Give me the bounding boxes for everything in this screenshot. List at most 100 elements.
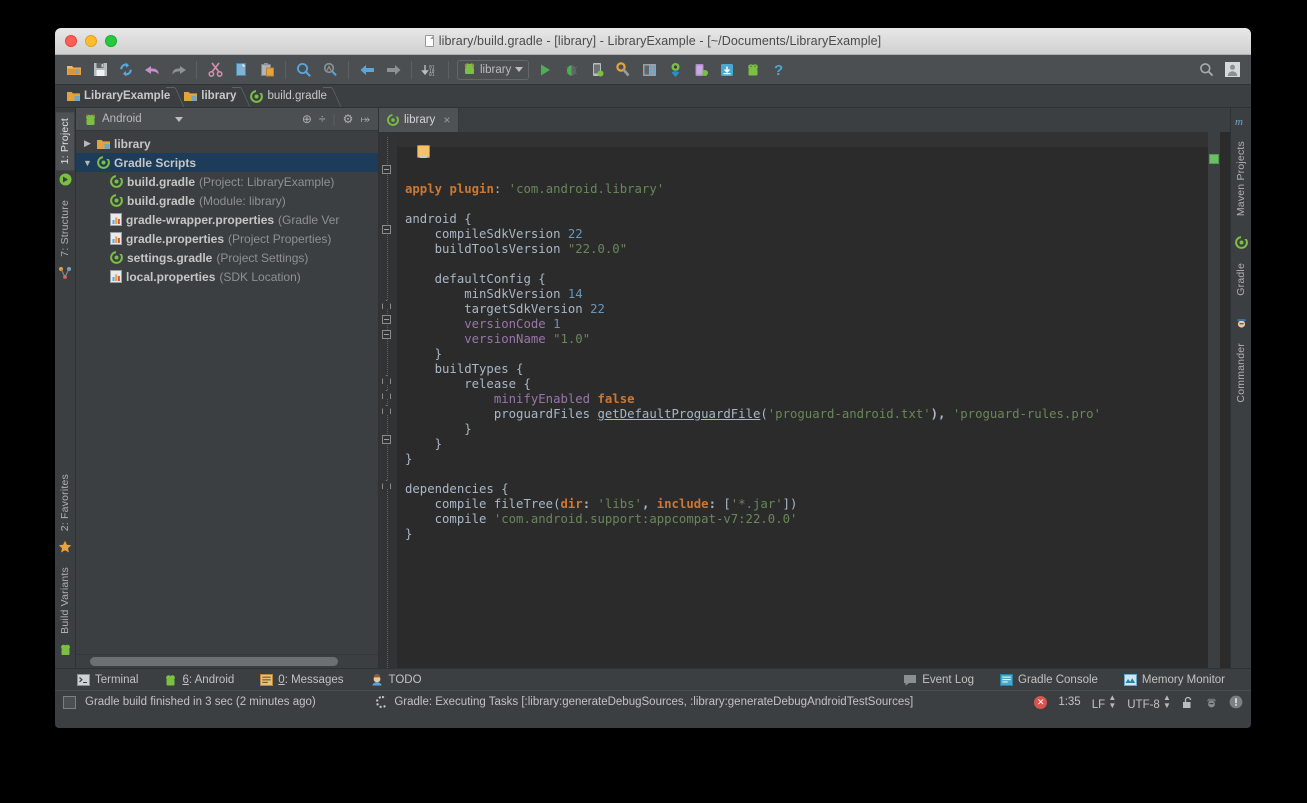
tool-window-commander[interactable]: Commander: [1232, 337, 1250, 409]
editor-gutter[interactable]: [379, 132, 397, 668]
close-window-button[interactable]: [65, 35, 77, 47]
fold-end-release[interactable]: [382, 375, 391, 384]
collapse-all-icon[interactable]: ÷: [319, 112, 326, 126]
tree-row-settings-gradle[interactable]: settings.gradle (Project Settings): [76, 248, 378, 267]
tree-row-gradle-scripts[interactable]: ▼ Gradle Scripts: [76, 153, 378, 172]
save-all-icon[interactable]: [89, 59, 111, 81]
replace-icon[interactable]: [319, 59, 341, 81]
caret-position[interactable]: 1:35: [1058, 696, 1080, 708]
tree-label: gradle-wrapper.properties: [126, 213, 274, 227]
tool-window-project[interactable]: 1: Project: [56, 112, 74, 170]
fold-marker-dependencies[interactable]: [382, 435, 393, 446]
android-device-monitor-icon[interactable]: [690, 59, 712, 81]
editor-tab-library[interactable]: library ×: [379, 108, 459, 132]
redo-icon[interactable]: [167, 59, 189, 81]
source-code[interactable]: apply plugin: 'com.android.library' andr…: [397, 132, 1208, 668]
tool-window-todo[interactable]: TODO: [370, 674, 422, 686]
fold-marker-defaultconfig[interactable]: [382, 225, 393, 236]
fold-marker-release[interactable]: [382, 330, 393, 341]
fold-marker-android[interactable]: [382, 165, 393, 176]
fold-end-dependencies[interactable]: [382, 480, 391, 489]
tree-row-gradle-properties[interactable]: gradle.properties (Project Properties): [76, 229, 378, 248]
hector-inspection-icon[interactable]: [1205, 696, 1218, 709]
tool-window-gradle-console[interactable]: Gradle Console: [1000, 674, 1098, 686]
tool-window-maven[interactable]: Maven Projects: [1232, 135, 1250, 222]
chevron-down-icon[interactable]: [175, 117, 183, 122]
help-icon[interactable]: ?: [768, 59, 790, 81]
android-download-icon[interactable]: [716, 59, 738, 81]
attach-debugger-icon[interactable]: [586, 59, 608, 81]
tree-row-local-properties[interactable]: local.properties (SDK Location): [76, 267, 378, 286]
close-icon[interactable]: ×: [443, 113, 450, 127]
window-title-wrapper: library/build.gradle - [library] - Libra…: [55, 34, 1251, 48]
back-icon[interactable]: [356, 59, 378, 81]
breadcrumb-item-2[interactable]: build.gradle: [246, 85, 336, 108]
tool-window-favorites[interactable]: 2: Favorites: [56, 468, 74, 537]
file-encoding[interactable]: UTF-8 ▲▼: [1127, 694, 1171, 711]
stop-task-icon[interactable]: ✕: [1034, 696, 1047, 709]
sdk-manager-icon[interactable]: [612, 59, 634, 81]
cut-icon[interactable]: [204, 59, 226, 81]
tool-window-memory-monitor[interactable]: Memory Monitor: [1124, 674, 1225, 686]
android-icon[interactable]: [742, 59, 764, 81]
fold-end-defaultconfig[interactable]: [382, 300, 391, 309]
tool-window-build-variants[interactable]: Build Variants: [56, 561, 74, 640]
editor-vertical-scrollbar[interactable]: [1220, 132, 1230, 668]
background-task-indicator[interactable]: Gradle: Executing Tasks [:library:genera…: [376, 696, 913, 708]
window-controls[interactable]: [65, 35, 117, 47]
tool-window-gradle[interactable]: Gradle: [1232, 257, 1250, 302]
avd-manager-icon[interactable]: [638, 59, 660, 81]
fold-end-android[interactable]: [382, 405, 391, 414]
chevron-down-icon[interactable]: ▼: [82, 158, 93, 168]
notifications-icon[interactable]: [1229, 695, 1243, 709]
tree-row-gradle-wrapper-properties[interactable]: gradle-wrapper.properties (Gradle Ver: [76, 210, 378, 229]
unlocked-icon[interactable]: [1182, 696, 1194, 709]
open-folder-icon[interactable]: [63, 59, 85, 81]
minimize-window-button[interactable]: [85, 35, 97, 47]
account-icon[interactable]: [1221, 59, 1243, 81]
sync-gradle-icon[interactable]: [664, 59, 686, 81]
breadcrumb-item-0[interactable]: LibraryExample: [63, 85, 180, 108]
project-view-selector[interactable]: Android: [80, 113, 183, 126]
tool-window-terminal[interactable]: Terminal: [77, 674, 138, 686]
tree-row-library[interactable]: ▶ library: [76, 134, 378, 153]
tree-row-build-gradle-module[interactable]: build.gradle (Module: library): [76, 191, 378, 210]
tree-row-build-gradle-project[interactable]: build.gradle (Project: LibraryExample): [76, 172, 378, 191]
chevron-down-icon[interactable]: [515, 67, 523, 72]
intention-bulb-icon[interactable]: [417, 145, 430, 158]
undo-icon[interactable]: [141, 59, 163, 81]
search-everywhere-icon[interactable]: [1195, 59, 1217, 81]
line-separator[interactable]: LF ▲▼: [1092, 694, 1117, 711]
breadcrumb-item-1[interactable]: library: [180, 85, 246, 108]
tool-window-messages[interactable]: 0: Messages: [260, 674, 343, 686]
project-view-label: Android: [102, 113, 142, 125]
run-icon[interactable]: [534, 59, 556, 81]
tool-window-structure[interactable]: 7: Structure: [56, 194, 74, 263]
project-horizontal-scrollbar[interactable]: [76, 654, 378, 668]
compile-icon[interactable]: 011001: [419, 59, 441, 81]
scroll-from-source-icon[interactable]: ⊕: [302, 112, 312, 126]
copy-icon[interactable]: [230, 59, 252, 81]
chevron-right-icon[interactable]: ▶: [82, 138, 93, 149]
find-icon[interactable]: [293, 59, 315, 81]
hide-panel-icon[interactable]: ⤅: [360, 112, 370, 127]
right-tool-strip: m Maven Projects Gradle Commander: [1230, 108, 1251, 668]
toggle-tool-windows-button[interactable]: [63, 696, 76, 709]
forward-icon[interactable]: [382, 59, 404, 81]
tool-window-build-variants-label: Build Variants: [59, 567, 71, 634]
status-right: ✕ 1:35 LF ▲▼ UTF-8 ▲▼: [1034, 694, 1243, 711]
run-configuration-selector[interactable]: library: [457, 60, 529, 80]
sync-icon[interactable]: [115, 59, 137, 81]
debug-icon[interactable]: [560, 59, 582, 81]
tree-suffix: (Project Properties): [228, 232, 331, 246]
tool-window-commander-label: Commander: [1235, 343, 1247, 403]
paste-icon[interactable]: [256, 59, 278, 81]
inspection-marker-bar[interactable]: [1208, 132, 1220, 668]
settings-gear-icon[interactable]: ⚙: [343, 112, 354, 126]
tool-window-android[interactable]: 6: Android: [164, 674, 234, 686]
fold-end-buildtypes[interactable]: [382, 390, 391, 399]
tool-window-event-log[interactable]: Event Log: [903, 674, 974, 686]
tool-window-messages-label: 0: Messages: [278, 674, 343, 686]
zoom-window-button[interactable]: [105, 35, 117, 47]
fold-marker-buildtypes[interactable]: [382, 315, 393, 326]
